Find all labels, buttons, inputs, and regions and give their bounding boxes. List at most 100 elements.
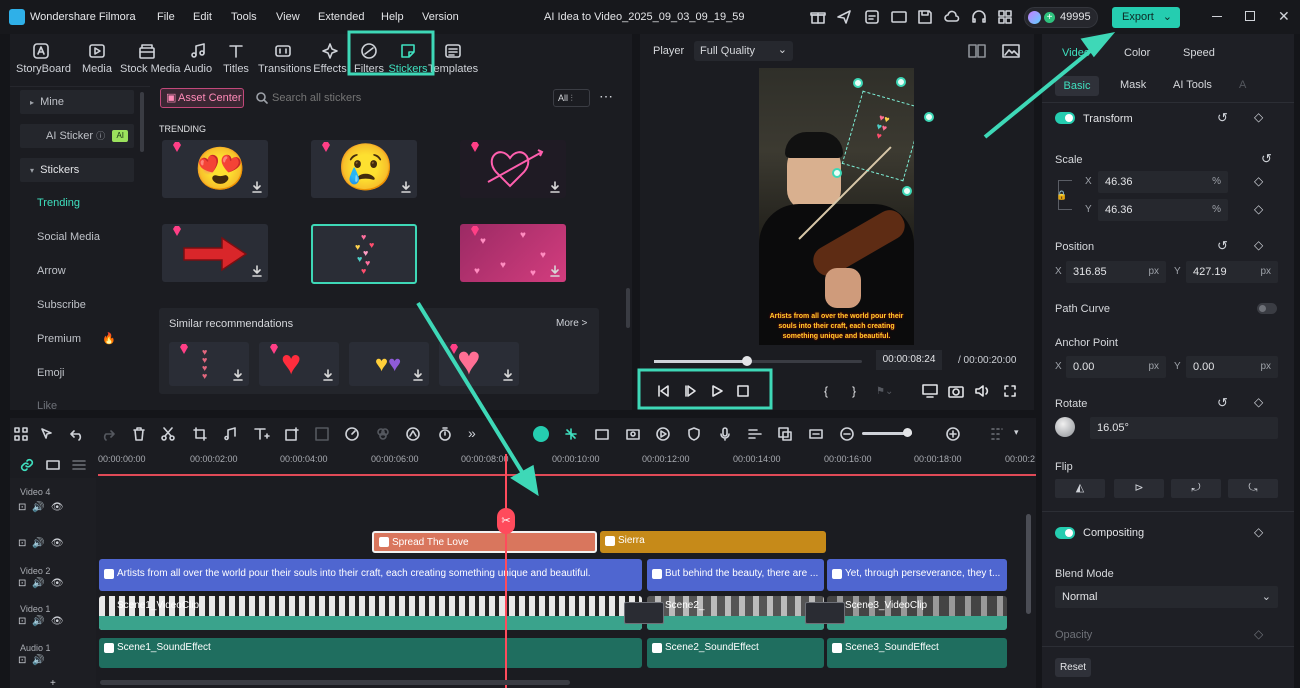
zoom-slider-handle[interactable]: [903, 428, 912, 437]
mark-in-icon[interactable]: {: [824, 384, 828, 398]
lock-icon[interactable]: 🔒: [1056, 190, 1067, 201]
feedback-icon[interactable]: [863, 8, 881, 26]
tab-stock-media[interactable]: Stock Media: [120, 40, 181, 78]
auto-reframe-icon[interactable]: [626, 427, 640, 441]
menu-view[interactable]: View: [276, 11, 300, 23]
resize-handle[interactable]: [924, 112, 934, 122]
render-icon[interactable]: [595, 427, 609, 441]
rotate-ccw-icon[interactable]: ⤿: [1228, 479, 1278, 498]
keyframe-diamond-icon[interactable]: ◇: [1254, 627, 1263, 641]
shield-icon[interactable]: [687, 427, 701, 441]
timeline-vertical-scrollbar[interactable]: [1026, 514, 1031, 614]
mark-out-icon[interactable]: }: [852, 384, 856, 398]
resize-handle[interactable]: [902, 186, 912, 196]
menu-help[interactable]: Help: [381, 11, 404, 23]
sidebar-item-social-media[interactable]: Social Media: [37, 231, 151, 243]
disabled-tool-icon[interactable]: [315, 427, 329, 441]
fit-icon[interactable]: [809, 427, 823, 441]
color-match-icon[interactable]: [376, 427, 390, 441]
volume-icon[interactable]: [975, 384, 991, 398]
fullscreen-icon[interactable]: [1003, 384, 1017, 398]
grid-apps-icon[interactable]: [996, 8, 1014, 26]
display-icon[interactable]: [922, 384, 938, 398]
similar-card-4[interactable]: ♥: [439, 339, 519, 386]
scale-x-input[interactable]: 46.36%: [1098, 171, 1228, 193]
ai-effects-icon[interactable]: [406, 427, 420, 441]
add-track-icon[interactable]: [46, 458, 60, 472]
position-x-input[interactable]: 316.85 px: [1066, 261, 1166, 283]
transition-marker[interactable]: [805, 602, 845, 624]
scale-y-input[interactable]: 46.36%: [1098, 199, 1228, 221]
compositing-toggle[interactable]: [1055, 527, 1075, 539]
replace-icon[interactable]: [778, 427, 792, 441]
subtab-ai-tools[interactable]: AI Tools: [1173, 79, 1212, 91]
reset-icon[interactable]: ↺: [1217, 238, 1228, 254]
sidebar-item-trending[interactable]: Trending: [37, 197, 151, 209]
clip-scene1-audio[interactable]: Scene1_SoundEffect: [99, 638, 642, 668]
credits-badge[interactable]: + 49995: [1024, 7, 1098, 28]
position-y-input[interactable]: 427.19 px: [1186, 261, 1278, 283]
track-manager-icon[interactable]: [72, 458, 86, 472]
sidebar-item-stickers[interactable]: ▾ Stickers: [20, 158, 134, 182]
image-view-icon[interactable]: [1002, 44, 1020, 58]
menu-edit[interactable]: Edit: [193, 11, 212, 23]
track-controls[interactable]: ⊡🔊👁: [18, 616, 70, 627]
cloud-upload-icon[interactable]: [943, 8, 961, 26]
scissors-icon[interactable]: [161, 427, 175, 441]
rotate-cw-icon[interactable]: ⤾: [1171, 479, 1221, 498]
preview-play-icon[interactable]: [656, 427, 670, 441]
subtab-overflow[interactable]: A: [1239, 79, 1246, 91]
close-icon[interactable]: ✕: [1278, 8, 1290, 25]
subtab-basic[interactable]: Basic: [1055, 76, 1099, 96]
sidebar-item-subscribe[interactable]: Subscribe: [37, 299, 151, 311]
send-icon[interactable]: [835, 8, 853, 26]
download-icon[interactable]: [501, 368, 515, 382]
link-icon[interactable]: [20, 458, 34, 472]
sticker-card-red-arrow[interactable]: [162, 224, 268, 282]
track-controls[interactable]: ⊡🔊: [18, 655, 51, 666]
rotate-input[interactable]: 16.05°: [1090, 417, 1278, 439]
scrub-handle[interactable]: [742, 356, 752, 366]
scrub-bar[interactable]: [654, 360, 862, 363]
maximize-icon[interactable]: [1245, 11, 1255, 21]
shape-tool-icon[interactable]: [285, 427, 299, 441]
keyframe-diamond-icon[interactable]: ◇: [1254, 395, 1263, 409]
playhead[interactable]: [505, 454, 507, 688]
download-icon[interactable]: [548, 264, 562, 278]
add-track-plus-icon[interactable]: +: [50, 678, 56, 688]
zoom-in-icon[interactable]: [946, 427, 960, 441]
auto-ripple-icon[interactable]: [533, 426, 549, 442]
speed-icon[interactable]: [345, 427, 359, 441]
clip-scene1-video[interactable]: Scene1_VideoClip: [99, 596, 642, 630]
flip-vertical-icon[interactable]: ⊳: [1114, 479, 1164, 498]
tab-titles[interactable]: Titles: [211, 40, 261, 78]
menu-file[interactable]: File: [157, 11, 175, 23]
crop-icon[interactable]: [193, 427, 207, 441]
clip-scene3-video[interactable]: Scene3_VideoClip: [827, 596, 1007, 630]
rotate-dial[interactable]: [1055, 417, 1075, 437]
download-icon[interactable]: [250, 180, 264, 194]
menu-extended[interactable]: Extended: [318, 11, 364, 23]
keyframe-diamond-icon[interactable]: ◇: [1254, 525, 1263, 539]
filter-dropdown[interactable]: All ⫶: [553, 89, 590, 107]
tab-storyboard[interactable]: StoryBoard: [16, 40, 71, 78]
marker-icon[interactable]: ⚑⌄: [876, 386, 893, 397]
sidebar-scrollbar[interactable]: [140, 92, 144, 152]
tab-video[interactable]: Video: [1062, 47, 1090, 59]
subtab-mask[interactable]: Mask: [1120, 79, 1146, 91]
flip-horizontal-icon[interactable]: ◭: [1055, 479, 1105, 498]
download-icon[interactable]: [231, 368, 245, 382]
sidebar-item-mine[interactable]: ▸ Mine: [20, 90, 134, 114]
menu-version[interactable]: Version: [422, 11, 459, 23]
download-icon[interactable]: [548, 180, 562, 194]
anchor-y-input[interactable]: 0.00 px: [1186, 356, 1278, 378]
download-icon[interactable]: [411, 368, 425, 382]
path-curve-toggle[interactable]: [1257, 303, 1277, 314]
export-button[interactable]: Export ⌄: [1112, 7, 1180, 28]
clip-sierra[interactable]: Sierra: [600, 531, 826, 553]
sidebar-item-like[interactable]: Like: [37, 400, 151, 410]
audio-edit-icon[interactable]: [223, 427, 237, 441]
asset-center-button[interactable]: ▣ Asset Center: [160, 88, 244, 108]
redo-icon[interactable]: [101, 427, 115, 441]
sidebar-item-ai-sticker[interactable]: AI Sticker ⓘ AI: [20, 124, 134, 148]
